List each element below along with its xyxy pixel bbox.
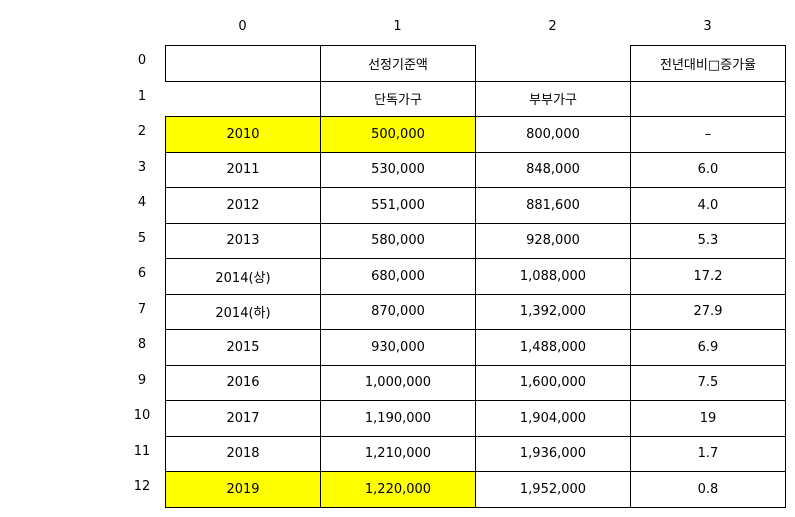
row-header: 2 [137,124,147,139]
couple-cell[interactable]: 800,000 [475,116,631,153]
single-cell[interactable]: 930,000 [320,329,476,366]
couple-cell[interactable]: 1,904,000 [475,400,631,437]
year-cell[interactable]: 2012 [165,187,321,224]
single-cell[interactable]: 530,000 [320,151,476,188]
row-header: 7 [137,302,147,317]
single-cell[interactable]: 500,000 [320,116,476,153]
single-cell[interactable]: 1,000,000 [320,364,476,401]
column-header-0: 0 [238,19,247,34]
table-cell[interactable] [476,46,631,82]
couple-cell[interactable]: 928,000 [475,222,631,259]
couple-cell[interactable]: 1,488,000 [475,329,631,366]
single-cell[interactable]: 1,210,000 [320,435,476,472]
single-cell[interactable]: 680,000 [320,258,476,295]
couple-cell[interactable]: 1,952,000 [475,471,631,508]
column-header-3: 3 [703,19,712,34]
single-cell[interactable]: 551,000 [320,187,476,224]
table-row: 2017 1,190,000 1,904,000 19 [165,400,786,437]
table-cell[interactable] [165,45,321,82]
table-row: 2014(하) 870,000 1,392,000 27.9 [165,293,786,330]
couple-cell[interactable]: 881,600 [475,187,631,224]
table-cell[interactable] [166,81,321,117]
rate-cell[interactable]: 4.0 [630,187,786,224]
row-header: 4 [137,195,147,210]
couple-cell[interactable]: 1,936,000 [475,435,631,472]
table-row: 2016 1,000,000 1,600,000 7.5 [165,364,786,401]
table-cell[interactable] [630,80,786,117]
table-row: 2012 551,000 881,600 4.0 [165,187,786,224]
table-row: 2018 1,210,000 1,936,000 1.7 [165,435,786,472]
rate-cell[interactable]: 5.3 [630,222,786,259]
row-header: 6 [137,266,147,281]
rate-cell[interactable]: – [630,116,786,153]
row-header: 11 [133,444,151,459]
data-table: 선정기준액 전년대비□증가율 단독가구 부부가구 2010 500,000 80… [165,45,786,508]
header-cell-single-household[interactable]: 단독가구 [320,80,476,117]
rate-cell[interactable]: 19 [630,400,786,437]
row-header: 10 [133,408,151,423]
table-row: 2019 1,220,000 1,952,000 0.8 [165,471,786,508]
row-header: 3 [137,160,147,175]
year-cell[interactable]: 2019 [165,471,321,508]
rate-cell[interactable]: 6.9 [630,329,786,366]
row-header: 9 [137,373,147,388]
rate-cell[interactable]: 6.0 [630,151,786,188]
row-header: 5 [137,231,147,246]
column-header-2: 2 [548,19,557,34]
single-cell[interactable]: 870,000 [320,293,476,330]
year-cell[interactable]: 2013 [165,222,321,259]
rate-cell[interactable]: 7.5 [630,364,786,401]
couple-cell[interactable]: 1,392,000 [475,293,631,330]
year-cell[interactable]: 2014(상) [165,258,321,295]
single-cell[interactable]: 580,000 [320,222,476,259]
year-cell[interactable]: 2010 [165,116,321,153]
rate-cell[interactable]: 17.2 [630,258,786,295]
row-header: 0 [137,53,147,68]
year-cell[interactable]: 2011 [165,151,321,188]
year-cell[interactable]: 2018 [165,435,321,472]
row-header: 1 [137,89,147,104]
row-header: 12 [133,479,151,494]
year-cell[interactable]: 2015 [165,329,321,366]
couple-cell[interactable]: 1,600,000 [475,364,631,401]
table-row: 선정기준액 전년대비□증가율 [165,45,786,82]
rate-cell[interactable]: 27.9 [630,293,786,330]
table-row: 2011 530,000 848,000 6.0 [165,151,786,188]
couple-cell[interactable]: 848,000 [475,151,631,188]
year-cell[interactable]: 2017 [165,400,321,437]
table-row: 단독가구 부부가구 [166,80,786,117]
single-cell[interactable]: 1,220,000 [320,471,476,508]
rate-cell[interactable]: 0.8 [630,471,786,508]
rate-cell[interactable]: 1.7 [630,435,786,472]
table-row: 2014(상) 680,000 1,088,000 17.2 [165,258,786,295]
single-cell[interactable]: 1,190,000 [320,400,476,437]
table-row: 2013 580,000 928,000 5.3 [165,222,786,259]
table-row: 2010 500,000 800,000 – [165,116,786,153]
year-cell[interactable]: 2016 [165,364,321,401]
column-header-1: 1 [393,19,402,34]
table-row: 2015 930,000 1,488,000 6.9 [165,329,786,366]
header-cell-yoy-growth[interactable]: 전년대비□증가율 [630,45,786,82]
row-header: 8 [137,337,147,352]
year-cell[interactable]: 2014(하) [165,293,321,330]
header-cell-selection-criteria[interactable]: 선정기준액 [320,45,476,82]
couple-cell[interactable]: 1,088,000 [475,258,631,295]
header-cell-couple-household[interactable]: 부부가구 [475,80,631,117]
